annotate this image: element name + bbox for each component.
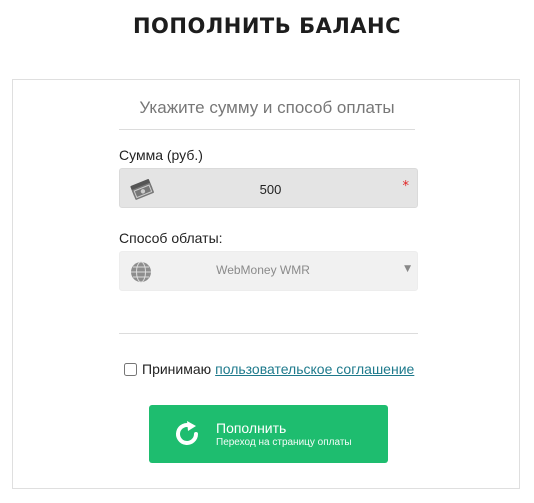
amount-field[interactable]: * bbox=[119, 168, 421, 209]
chevron-down-icon: ▼ bbox=[404, 264, 411, 274]
refresh-icon bbox=[172, 419, 202, 449]
payment-method-select[interactable]: WebMoney WMR ▼ bbox=[119, 251, 418, 291]
required-asterisk: * bbox=[402, 179, 410, 194]
payment-method-value: WebMoney WMR bbox=[216, 263, 310, 277]
amount-input[interactable] bbox=[120, 169, 421, 209]
amount-label: Сумма (руб.) bbox=[119, 147, 203, 163]
agreement-row: Принимаю пользовательское соглашение bbox=[124, 359, 414, 379]
divider bbox=[119, 333, 418, 334]
top-up-button-label: Пополнить bbox=[216, 420, 287, 436]
top-up-button[interactable]: Пополнить Переход на страницу оплаты bbox=[149, 405, 388, 463]
payment-method-label: Способ облаты: bbox=[119, 230, 223, 246]
agreement-checkbox[interactable] bbox=[124, 362, 137, 376]
page-title: ПОПОЛНИТЬ БАЛАНС bbox=[132, 14, 402, 38]
top-up-form: Укажите сумму и способ оплаты Сумма (руб… bbox=[12, 79, 520, 489]
user-agreement-link[interactable]: пользовательское соглашение bbox=[215, 361, 414, 377]
money-stack-icon bbox=[129, 177, 155, 201]
agreement-text: Принимаю bbox=[142, 361, 212, 377]
form-subtitle: Укажите сумму и способ оплаты bbox=[119, 98, 415, 130]
top-up-button-sublabel: Переход на страницу оплаты bbox=[216, 437, 352, 448]
